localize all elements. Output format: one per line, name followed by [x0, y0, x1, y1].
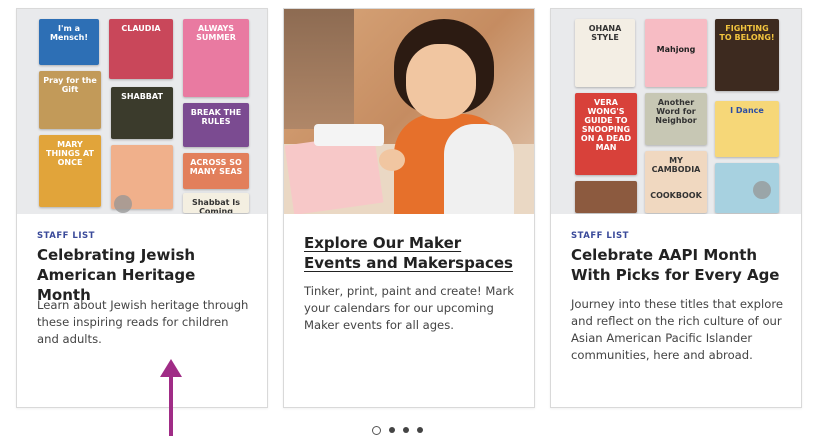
- card-eyebrow: STAFF LIST: [37, 231, 95, 241]
- book-cover: BREAK THE RULES: [183, 103, 249, 147]
- book-cover: VERA WONG'S GUIDE TO SNOOPING ON A DEAD …: [575, 93, 637, 175]
- card-image-child-painting[interactable]: [284, 9, 534, 214]
- book-cover: OHANA STYLE: [575, 19, 635, 87]
- book-cover: Shabbat Is Coming: [183, 193, 249, 213]
- book-cover: Another Word for Neighbor: [645, 93, 707, 145]
- book-cover: Pray for the Gift: [39, 71, 101, 129]
- carousel-pagination: [372, 424, 423, 436]
- book-cover: MY CAMBODIA COOKBOOK: [645, 151, 707, 213]
- carousel-dot-1[interactable]: [372, 425, 381, 435]
- card-aapi-month[interactable]: OHANA STYLE Mahjong FIGHTING TO BELONG! …: [550, 8, 802, 408]
- play-dot: [114, 195, 132, 213]
- card-maker-events[interactable]: Explore Our Maker Events and Makerspaces…: [283, 8, 535, 408]
- book-cover: [575, 181, 637, 213]
- card-image-book-collage[interactable]: I'm a Mensch! CLAUDIA ALWAYS SUMMER Pray…: [17, 9, 267, 214]
- book-cover: I'm a Mensch!: [39, 19, 99, 65]
- card-title-link[interactable]: Explore Our Maker Events and Makerspaces: [304, 233, 520, 273]
- book-cover: MARY THINGS AT ONCE: [39, 135, 101, 207]
- card-description: Journey into these titles that explore a…: [571, 297, 783, 362]
- card-title[interactable]: Celebrating Jewish American Heritage Mon…: [37, 245, 253, 305]
- card-image-book-collage[interactable]: OHANA STYLE Mahjong FIGHTING TO BELONG! …: [551, 9, 801, 214]
- carousel-dot-3[interactable]: [403, 427, 409, 433]
- card-jewish-heritage[interactable]: I'm a Mensch! CLAUDIA ALWAYS SUMMER Pray…: [16, 8, 268, 408]
- book-cover: I Dance: [715, 101, 779, 157]
- carousel-dot-4[interactable]: [417, 427, 423, 433]
- annotation-arrow-shaft: [169, 375, 173, 436]
- book-cover: ACROSS SO MANY SEAS: [183, 153, 249, 189]
- card-title[interactable]: Celebrate AAPI Month With Picks for Ever…: [571, 245, 787, 285]
- book-cover: FIGHTING TO BELONG!: [715, 19, 779, 91]
- card-description: Tinker, print, paint and create! Mark yo…: [304, 284, 514, 332]
- play-dot: [753, 181, 771, 199]
- carousel-dot-2[interactable]: [389, 427, 395, 433]
- card-description: Learn about Jewish heritage through thes…: [37, 298, 249, 346]
- book-cover: SHABBAT: [111, 87, 173, 139]
- book-cover: CLAUDIA: [109, 19, 173, 79]
- card-eyebrow: STAFF LIST: [571, 231, 629, 241]
- book-cover: Mahjong: [645, 19, 707, 87]
- book-cover: ALWAYS SUMMER: [183, 19, 249, 97]
